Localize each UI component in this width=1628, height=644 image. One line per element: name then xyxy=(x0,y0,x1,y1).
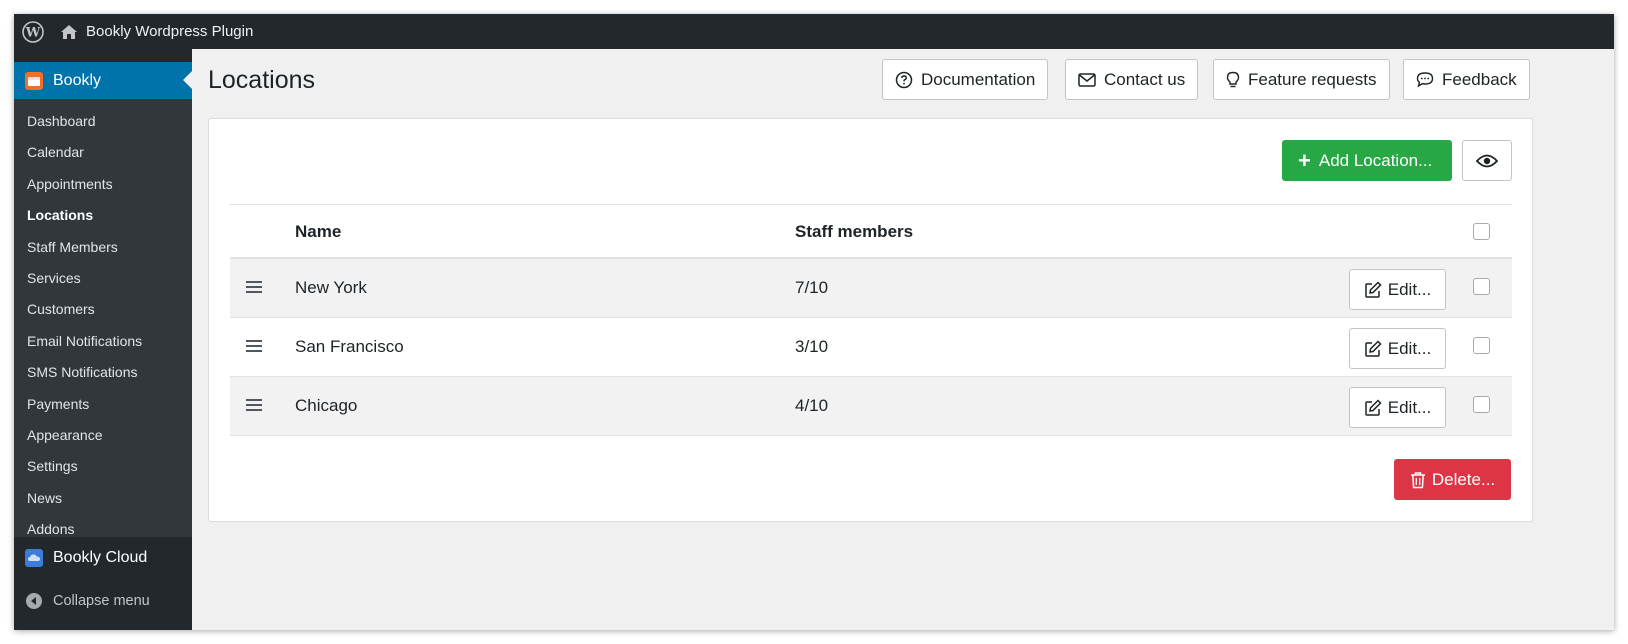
locations-table: Name Staff members New York 7/10 Edit...… xyxy=(230,204,1512,436)
sidebar-item-dashboard[interactable]: Dashboard xyxy=(14,106,192,137)
feature-requests-label: Feature requests xyxy=(1248,69,1377,89)
wordpress-logo-icon[interactable]: W xyxy=(14,14,52,49)
browser-frame: W Bookly Wordpress Plugin Bookly Dashboa… xyxy=(14,14,1614,630)
pencil-square-icon xyxy=(1365,339,1382,357)
sidebar-item-email-notifications[interactable]: Email Notifications xyxy=(14,326,192,357)
page-title: Locations xyxy=(208,66,316,94)
site-name-label: Bookly Wordpress Plugin xyxy=(86,23,254,40)
sidebar-item-payments[interactable]: Payments xyxy=(14,389,192,420)
question-circle-icon xyxy=(895,71,913,88)
sidebar-item-services[interactable]: Services xyxy=(14,263,192,294)
edit-label: Edit... xyxy=(1387,279,1432,299)
column-header-name[interactable]: Name xyxy=(295,222,341,242)
collapse-menu-label: Collapse menu xyxy=(53,593,150,609)
pencil-square-icon xyxy=(1365,280,1382,298)
sidebar-item-label: Bookly Cloud xyxy=(53,549,148,566)
sidebar-item-appointments[interactable]: Appointments xyxy=(14,169,192,200)
edit-button[interactable]: Edit... xyxy=(1349,328,1446,369)
edit-label: Edit... xyxy=(1387,338,1432,358)
documentation-button[interactable]: Documentation xyxy=(882,59,1049,100)
bookly-submenu: Dashboard Calendar Appointments Location… xyxy=(14,99,192,537)
plus-icon: + xyxy=(1298,147,1311,173)
contact-us-button[interactable]: Contact us xyxy=(1065,59,1199,100)
sidebar-item-calendar[interactable]: Calendar xyxy=(14,137,192,168)
current-menu-arrow xyxy=(183,71,192,89)
site-name-link[interactable]: Bookly Wordpress Plugin xyxy=(60,14,253,49)
staff-count: 4/10 xyxy=(795,396,829,415)
documentation-label: Documentation xyxy=(921,69,1036,89)
lightbulb-icon xyxy=(1226,71,1240,87)
svg-text:W: W xyxy=(25,25,41,40)
sidebar-item-locations[interactable]: Locations xyxy=(14,200,192,231)
feature-requests-button[interactable]: Feature requests xyxy=(1213,59,1390,100)
admin-sidebar: Bookly Dashboard Calendar Appointments L… xyxy=(14,49,192,630)
main-content: Locations Documentation Contact us Featu… xyxy=(192,49,1614,630)
sidebar-item-appearance[interactable]: Appearance xyxy=(14,420,192,451)
collapse-arrow-icon xyxy=(26,593,42,609)
eye-icon xyxy=(1476,154,1498,167)
sidebar-item-news[interactable]: News xyxy=(14,483,192,514)
edit-button[interactable]: Edit... xyxy=(1349,269,1446,310)
drag-handle-icon[interactable] xyxy=(246,279,262,299)
column-header-staff[interactable]: Staff members xyxy=(795,222,913,242)
sidebar-item-settings[interactable]: Settings xyxy=(14,451,192,482)
cloud-icon xyxy=(25,549,43,567)
sidebar-item-staff-members[interactable]: Staff Members xyxy=(14,232,192,263)
row-checkbox[interactable] xyxy=(1473,337,1490,354)
envelope-icon xyxy=(1078,72,1096,87)
sidebar-item-customers[interactable]: Customers xyxy=(14,294,192,325)
chat-icon xyxy=(1416,72,1434,88)
bookly-icon xyxy=(25,71,43,90)
trash-icon xyxy=(1410,471,1425,488)
pencil-square-icon xyxy=(1365,398,1382,416)
home-icon xyxy=(60,24,78,40)
drag-handle-icon[interactable] xyxy=(246,397,262,417)
location-name: San Francisco xyxy=(295,337,404,356)
table-row: Chicago 4/10 Edit... xyxy=(230,377,1512,436)
contact-us-label: Contact us xyxy=(1104,69,1186,89)
edit-button[interactable]: Edit... xyxy=(1349,387,1446,428)
table-row: San Francisco 3/10 Edit... xyxy=(230,318,1512,377)
sidebar-item-bookly-cloud[interactable]: Bookly Cloud xyxy=(14,537,192,579)
row-checkbox[interactable] xyxy=(1473,396,1490,413)
staff-count: 3/10 xyxy=(795,337,829,356)
row-checkbox[interactable] xyxy=(1473,278,1490,295)
feedback-button[interactable]: Feedback xyxy=(1403,59,1530,100)
collapse-menu-button[interactable]: Collapse menu xyxy=(14,579,192,623)
add-location-label: Add Location... xyxy=(1318,150,1433,170)
sidebar-item-label: Bookly xyxy=(53,71,102,89)
admin-bar: W Bookly Wordpress Plugin xyxy=(14,14,1614,49)
select-all-checkbox[interactable] xyxy=(1473,223,1490,240)
table-header: Name Staff members xyxy=(230,204,1512,259)
location-name: Chicago xyxy=(295,396,358,415)
delete-label: Delete... xyxy=(1431,469,1496,489)
delete-button[interactable]: Delete... xyxy=(1394,459,1511,500)
staff-count: 7/10 xyxy=(795,278,829,297)
table-row: New York 7/10 Edit... xyxy=(230,259,1512,318)
edit-label: Edit... xyxy=(1387,397,1432,417)
add-location-button[interactable]: + Add Location... xyxy=(1282,140,1452,181)
column-visibility-button[interactable] xyxy=(1462,140,1512,181)
sidebar-item-bookly[interactable]: Bookly xyxy=(14,62,192,99)
drag-handle-icon[interactable] xyxy=(246,338,262,358)
sidebar-item-sms-notifications[interactable]: SMS Notifications xyxy=(14,357,192,388)
feedback-label: Feedback xyxy=(1442,69,1517,89)
location-name: New York xyxy=(295,278,367,297)
locations-card: + Add Location... Name Staff members New… xyxy=(208,118,1533,522)
